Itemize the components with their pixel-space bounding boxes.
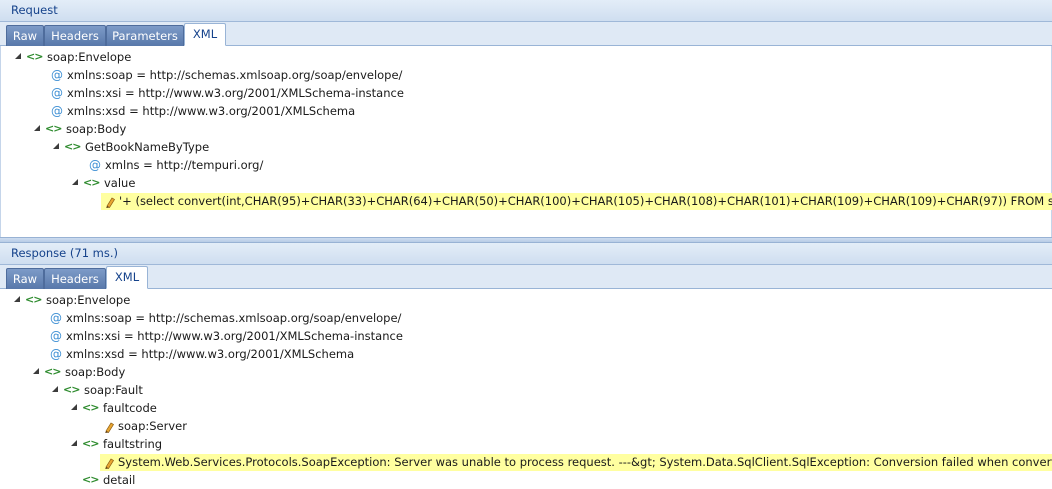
tree-node-label: System.Web.Services.Protocols.SoapExcept… — [118, 455, 1052, 469]
request-panel: Request Raw Headers Parameters XML <> soa… — [0, 0, 1052, 237]
xml-element-icon: <> — [82, 437, 99, 450]
tree-node-label: value — [104, 176, 136, 190]
xml-element-icon: <> — [82, 473, 99, 486]
tree-node-label: soap:Envelope — [46, 293, 131, 307]
collapse-arrow-icon[interactable] — [72, 179, 78, 185]
collapse-arrow-icon[interactable] — [52, 386, 58, 392]
response-tab-raw[interactable]: Raw — [6, 268, 44, 289]
response-panel-title: Response (71 ms.) — [0, 243, 1052, 265]
xml-element-icon: <> — [44, 365, 61, 378]
xml-element-icon: <> — [82, 401, 99, 414]
xml-element-icon: <> — [64, 140, 81, 153]
xml-attribute-icon: @ — [89, 158, 101, 172]
xml-value-icon — [104, 420, 114, 433]
tree-node-label: xmlns:xsd = http://www.w3.org/2001/XMLSc… — [66, 347, 355, 361]
response-tab-headers[interactable]: Headers — [44, 268, 106, 289]
response-panel: Response (71 ms.) Raw Headers XML <> soap… — [0, 243, 1052, 489]
tree-node-label: faultcode — [103, 401, 157, 415]
tree-node-label: xmlns:xsi = http://www.w3.org/2001/XMLSc… — [66, 329, 403, 343]
tree-node-label: soap:Server — [118, 419, 187, 433]
tree-node-label: detail — [103, 473, 136, 487]
xml-attribute-icon: @ — [50, 347, 62, 361]
tree-node-label: soap:Body — [65, 365, 126, 379]
tree-node-label: soap:Fault — [84, 383, 143, 397]
collapse-arrow-icon[interactable] — [14, 296, 20, 302]
tree-node-label: soap:Body — [66, 122, 127, 136]
tree-node-label: soap:Envelope — [47, 50, 132, 64]
request-tab-headers[interactable]: Headers — [44, 25, 106, 46]
xml-element-icon: <> — [25, 293, 42, 306]
response-tab-strip: Raw Headers XML — [0, 265, 1052, 289]
tree-node-label: xmlns:soap = http://schemas.xmlsoap.org/… — [67, 68, 403, 82]
tree-node-label: xmlns:xsi = http://www.w3.org/2001/XMLSc… — [67, 86, 404, 100]
tree-node-label: xmlns:xsd = http://www.w3.org/2001/XMLSc… — [67, 104, 356, 118]
collapse-arrow-icon[interactable] — [33, 368, 39, 374]
collapse-arrow-icon[interactable] — [53, 143, 59, 149]
response-xml-tree: <> soap:Envelope @ xmlns:soap = http://sche… — [0, 289, 1052, 489]
request-tab-raw[interactable]: Raw — [6, 25, 44, 46]
xml-element-icon: <> — [45, 122, 62, 135]
collapse-arrow-icon[interactable] — [71, 404, 77, 410]
xml-element-icon: <> — [63, 383, 80, 396]
collapse-arrow-icon[interactable] — [71, 440, 77, 446]
xml-attribute-icon: @ — [51, 104, 63, 118]
xml-attribute-icon: @ — [51, 86, 63, 100]
xml-attribute-icon: @ — [51, 68, 63, 82]
xml-attribute-icon: @ — [50, 329, 62, 343]
collapse-arrow-icon[interactable] — [34, 125, 40, 131]
xml-value-icon — [104, 456, 114, 469]
tree-node-label: GetBookNameByType — [85, 140, 210, 154]
request-tab-xml[interactable]: XML — [184, 23, 226, 46]
collapse-arrow-icon[interactable] — [15, 53, 21, 59]
request-xml-tree: <> soap:Envelope @ xmlns:soap = http://sche… — [0, 46, 1052, 237]
tree-node-label: faultstring — [103, 437, 163, 451]
tree-node-label: '+ (select convert(int,CHAR(95)+CHAR(33)… — [119, 194, 1052, 208]
request-tab-parameters[interactable]: Parameters — [106, 25, 184, 46]
xml-element-icon: <> — [26, 50, 43, 63]
request-panel-title: Request — [0, 0, 1052, 22]
xml-value-icon — [105, 195, 115, 208]
request-tab-strip: Raw Headers Parameters XML — [0, 22, 1052, 46]
tree-node-label: xmlns:soap = http://schemas.xmlsoap.org/… — [66, 311, 402, 325]
tree-node-label: xmlns = http://tempuri.org/ — [105, 158, 264, 172]
response-tab-xml[interactable]: XML — [106, 266, 148, 289]
xml-attribute-icon: @ — [50, 311, 62, 325]
xml-element-icon: <> — [83, 176, 100, 189]
